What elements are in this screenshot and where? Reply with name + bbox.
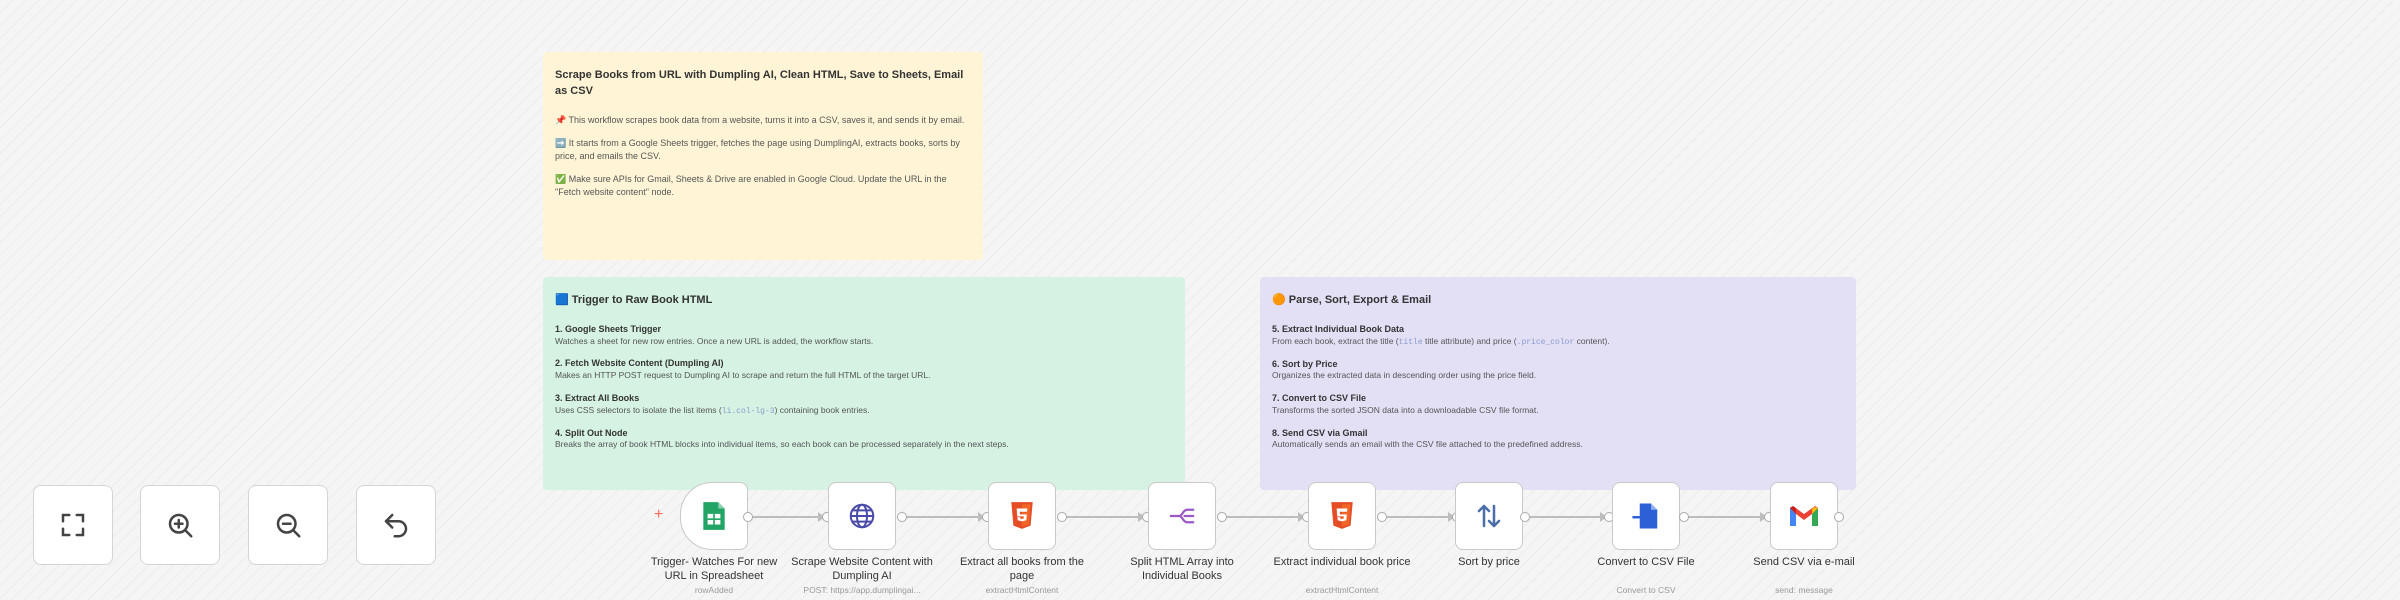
node-subtitle: send: message [1775, 585, 1833, 595]
node-sheets-trigger[interactable] [680, 482, 748, 550]
output-port[interactable] [897, 512, 907, 522]
note-step: 1. Google Sheets Trigger Watches a sheet… [555, 323, 1173, 347]
fullscreen-icon [61, 513, 85, 537]
node-subtitle: extractHtmlContent [985, 585, 1059, 595]
css-selector-code: li.col-lg-3 [721, 406, 775, 416]
workflow-overview-title: Scrape Books from URL with Dumpling AI, … [555, 69, 964, 97]
trigger-section-note[interactable]: 🟦 Trigger to Raw Book HTML 1. Google She… [543, 277, 1185, 490]
step-description: Watches a sheet for new row entries. Onc… [555, 335, 874, 346]
step-description: Automatically sends an email with the CS… [1272, 439, 1583, 450]
attribute-code: title [1398, 337, 1423, 347]
output-port[interactable] [1057, 512, 1067, 522]
node-label: Sort by price [1458, 556, 1520, 568]
zoom-out-icon [276, 513, 301, 538]
file-convert-icon [1632, 503, 1658, 529]
note-step: 5. Extract Individual Book Data From eac… [1272, 323, 1844, 348]
output-port[interactable] [1377, 512, 1387, 522]
output-port[interactable] [1679, 512, 1689, 522]
sort-icon [1477, 504, 1501, 528]
step-text: title attribute) and price ( [1422, 335, 1517, 346]
node-label: Extract individual book price [1273, 556, 1411, 568]
step-description: Organizes the extracted data in descendi… [1272, 370, 1537, 381]
note-step: 3. Extract All Books Uses CSS selectors … [555, 392, 1173, 417]
node-label: Extract all books from the page [959, 556, 1085, 583]
node-send-csv-gmail[interactable] [1770, 482, 1838, 550]
step-title: 1. Google Sheets Trigger [555, 323, 662, 334]
html5-icon [1011, 502, 1033, 529]
node-dumpling-ai-scrape[interactable] [828, 482, 896, 550]
note-step: 2. Fetch Website Content (Dumpling AI) M… [555, 357, 1173, 381]
parse-section-title: 🟠 Parse, Sort, Export & Email [1272, 294, 1432, 306]
step-title: 5. Extract Individual Book Data [1272, 323, 1405, 334]
undo-button[interactable] [356, 485, 436, 565]
step-title: 7. Convert to CSV File [1272, 393, 1367, 404]
node-subtitle: Convert to CSV [1616, 585, 1676, 595]
step-description: Makes an HTTP POST request to Dumpling A… [555, 370, 931, 381]
connection-line [1530, 516, 1604, 518]
connection-line [1386, 516, 1452, 518]
connection-line [1226, 516, 1302, 518]
node-extract-all-books[interactable] [988, 482, 1056, 550]
node-label: Convert to CSV File [1597, 556, 1695, 568]
node-label: Send CSV via e-mail [1753, 556, 1855, 568]
parse-section-note[interactable]: 🟠 Parse, Sort, Export & Email 5. Extract… [1260, 277, 1856, 490]
connection-line [752, 516, 822, 518]
google-sheets-icon [703, 502, 725, 530]
node-sort-by-price[interactable] [1455, 482, 1523, 550]
step-description: Breaks the array of book HTML blocks int… [555, 439, 1009, 450]
node-label: Scrape Website Content with Dumpling AI [791, 556, 933, 583]
split-icon [1169, 508, 1195, 524]
step-text: ) containing book entries. [774, 404, 870, 415]
fit-view-button[interactable] [33, 485, 113, 565]
overview-paragraph: 📌 This workflow scrapes book data from a… [555, 114, 965, 125]
step-text: From each book, extract the title ( [1272, 335, 1399, 346]
step-description: From each book, extract the title (title… [1272, 336, 1844, 348]
node-subtitle: rowAdded [694, 585, 734, 595]
overview-paragraph: ✅ Make sure APIs for Gmail, Sheets & Dri… [555, 174, 947, 198]
step-title: 8. Send CSV via Gmail [1272, 427, 1368, 438]
add-trigger-plus-icon[interactable]: + [654, 506, 663, 524]
node-label: Split HTML Array into Individual Books [1130, 556, 1234, 583]
step-title: 4. Split Out Node [555, 427, 628, 438]
node-subtitle: POST: https://app.dumplingai... [803, 585, 921, 595]
step-title: 6. Sort by Price [1272, 358, 1338, 369]
zoom-in-button[interactable] [140, 485, 220, 565]
workflow-overview-note[interactable]: Scrape Books from URL with Dumpling AI, … [543, 52, 983, 260]
trigger-section-title: 🟦 Trigger to Raw Book HTML [555, 294, 713, 306]
step-description: Transforms the sorted JSON data into a d… [1272, 404, 1539, 415]
node-subtitle: extractHtmlContent [1305, 585, 1379, 595]
step-title: 3. Extract All Books [555, 392, 640, 403]
node-extract-book-price[interactable] [1308, 482, 1376, 550]
globe-icon [849, 503, 875, 529]
class-code: .price_color [1516, 337, 1575, 347]
step-text: content). [1574, 335, 1610, 346]
connection-line [1688, 516, 1764, 518]
output-port[interactable] [743, 512, 753, 522]
output-port[interactable] [1217, 512, 1227, 522]
html5-icon [1331, 502, 1353, 529]
zoom-in-icon [168, 513, 193, 538]
zoom-out-button[interactable] [248, 485, 328, 565]
step-title: 2. Fetch Website Content (Dumpling AI) [555, 358, 724, 369]
note-step: 4. Split Out Node Breaks the array of bo… [555, 427, 1173, 451]
note-step: 8. Send CSV via Gmail Automatically send… [1272, 427, 1844, 451]
undo-icon [384, 513, 408, 538]
node-convert-to-csv[interactable] [1612, 482, 1680, 550]
note-step: 6. Sort by Price Organizes the extracted… [1272, 358, 1844, 382]
gmail-icon [1790, 506, 1818, 526]
output-port[interactable] [1520, 512, 1530, 522]
node-label: Trigger- Watches For new URL in Spreadsh… [650, 556, 778, 583]
step-text: Uses CSS selectors to isolate the list i… [555, 404, 722, 415]
connection-line [1066, 516, 1142, 518]
note-step: 7. Convert to CSV File Transforms the so… [1272, 392, 1844, 416]
overview-paragraph: ➡️ It starts from a Google Sheets trigge… [555, 137, 960, 161]
step-description: Uses CSS selectors to isolate the list i… [555, 405, 1173, 417]
node-split-html-array[interactable] [1148, 482, 1216, 550]
connection-line [906, 516, 982, 518]
output-port[interactable] [1834, 512, 1844, 522]
